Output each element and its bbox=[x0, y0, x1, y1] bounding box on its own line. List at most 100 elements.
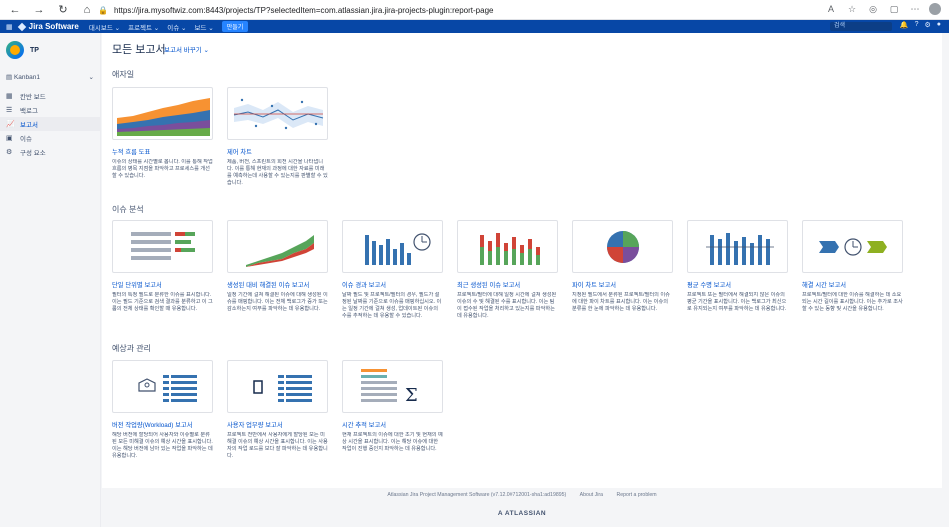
app-switcher-icon[interactable]: ▦ bbox=[6, 23, 13, 31]
user-avatar-icon[interactable]: ● bbox=[937, 21, 941, 29]
chevron-down-icon: ⌄ bbox=[88, 74, 94, 81]
card-title[interactable]: 누적 흐름 도표 bbox=[112, 147, 213, 156]
reload-icon[interactable]: ↻ bbox=[54, 1, 72, 19]
project-sidebar: TP ▤ Kanban1 ⌄ ▦ 칸반 보드 ☰ 백로그 📈 보고서 ▣ 이슈 ⚙ 구성 … bbox=[0, 33, 101, 527]
average-age-thumbnail[interactable] bbox=[687, 220, 788, 273]
search-input[interactable]: 검색 bbox=[830, 22, 892, 31]
admin-gear-icon[interactable]: ⚙ bbox=[924, 21, 930, 29]
pie-chart-thumbnail[interactable] bbox=[572, 220, 673, 273]
card-description: 프로젝트 또는 필터에서 해결되지 않은 이슈의 평균 기간을 표시합니다. 이… bbox=[687, 292, 787, 312]
footer-about-link[interactable]: About Jira bbox=[580, 492, 603, 498]
nav-projects[interactable]: 프로젝트 ⌄ bbox=[128, 22, 159, 32]
browser-toolbar: ← → ↻ ⌂ 🔒 https://jira.mysoftwiz.com:844… bbox=[0, 0, 949, 20]
atlassian-logo: A ATLASSIAN bbox=[497, 510, 547, 517]
section-issue-analysis: 이슈 분석 bbox=[112, 205, 144, 214]
notification-icon[interactable]: 🔔 bbox=[900, 21, 909, 29]
resolution-time-thumbnail[interactable] bbox=[802, 220, 903, 273]
project-avatar[interactable] bbox=[6, 41, 24, 59]
card-description: 지정된 필드에서 분류된 프로젝트/필터의 이슈에 대한 파이 차트를 표시합니… bbox=[572, 292, 670, 312]
card-title[interactable]: 평균 수명 보고서 bbox=[687, 280, 788, 289]
board-icon: ▤ bbox=[6, 74, 14, 81]
collections-icon[interactable]: ▢ bbox=[887, 2, 901, 16]
report-card-single-level-group[interactable]: 단일 단위별 보고서 필터의 특정 필드로 분류한 이슈를 표시합니다. 이는 … bbox=[112, 220, 213, 334]
address-bar[interactable]: 🔒 https://jira.mysoftwiz.com:8443/projec… bbox=[98, 3, 818, 17]
section-agile: 애자일 bbox=[112, 70, 135, 79]
issues-icon: ▣ bbox=[6, 135, 13, 142]
report-card-resolution-time[interactable]: 해결 시간 보고서 프로젝트/필터에 대한 이슈를 해결하는 데 소요되는 시간… bbox=[802, 220, 903, 334]
back-icon[interactable]: ← bbox=[6, 1, 24, 19]
nav-issues[interactable]: 이슈 ⌄ bbox=[167, 22, 186, 32]
jira-logo[interactable]: Jira Software bbox=[17, 22, 79, 31]
report-card-control-chart[interactable]: 제어 차트 제품, 버전, 스프린트의 회전 시간을 나타냅니다. 이를 통해 … bbox=[227, 87, 328, 201]
card-title[interactable]: 해결 시간 보고서 bbox=[802, 280, 903, 289]
main-content: 모든 보고서 보고서 바꾸기 ⌄ 애자일 누적 흐름 도표 이슈의 상태를 시간… bbox=[102, 33, 942, 488]
card-title[interactable]: 이슈 경과 보고서 bbox=[342, 280, 443, 289]
report-card-pie-chart[interactable]: 파이 차트 보고서 지정된 필드에서 분류된 프로젝트/필터의 이슈에 대한 파… bbox=[572, 220, 673, 334]
nav-boards[interactable]: 보드 ⌄ bbox=[194, 22, 213, 32]
control-chart-thumbnail[interactable] bbox=[227, 87, 328, 140]
card-description: 현재 프로젝트의 이슈에 대한 초기 및 현재의 예상 시간을 표시합니다. 이… bbox=[342, 432, 443, 452]
sidebar-item-issues[interactable]: ▣ 이슈 bbox=[0, 131, 100, 145]
report-card-time-tracking[interactable]: Σ 시간 추적 보고서 현재 프로젝트의 이슈에 대한 초기 및 현재의 예상 … bbox=[342, 360, 443, 474]
card-description: 프로젝트 전반에서 사용자에게 할당된 모든 미해결 이슈의 예상 시간을 표시… bbox=[227, 432, 328, 459]
profile-avatar[interactable] bbox=[929, 3, 941, 15]
card-title[interactable]: 버전 작업량(Workload) 보고서 bbox=[112, 420, 213, 429]
card-title[interactable]: 단일 단위별 보고서 bbox=[112, 280, 213, 289]
card-title[interactable]: 사용자 업무량 보고서 bbox=[227, 420, 328, 429]
home-icon[interactable]: ⌂ bbox=[78, 1, 96, 19]
card-description: 제품, 버전, 스프린트의 회전 시간을 나타냅니다. 이를 통해 현재의 과정… bbox=[227, 159, 328, 186]
sidebar-item-reports[interactable]: 📈 보고서 bbox=[0, 117, 100, 131]
page-title: 모든 보고서 bbox=[112, 44, 166, 56]
settings-icon[interactable]: ⋯ bbox=[908, 2, 922, 16]
created-vs-resolved-thumbnail[interactable] bbox=[227, 220, 328, 273]
jira-top-nav: ▦ Jira Software 대시보드 ⌄ 프로젝트 ⌄ 이슈 ⌄ 보드 ⌄ … bbox=[0, 20, 949, 33]
project-name[interactable]: TP bbox=[30, 47, 39, 54]
board-icon-label: ▤ Kanban1 bbox=[6, 74, 40, 81]
card-title[interactable]: 파이 차트 보고서 bbox=[572, 280, 673, 289]
version-workload-thumbnail[interactable] bbox=[112, 360, 213, 413]
page-footer: Atlassian Jira Project Management Softwa… bbox=[102, 488, 942, 527]
sidebar-item-backlog[interactable]: ☰ 백로그 bbox=[0, 103, 100, 117]
card-description: 해당 버전에 할당되어 사용자와 이슈별로 분류된 모든 미해결 이슈의 예상 … bbox=[112, 432, 213, 459]
extension-icon[interactable]: ◎ bbox=[866, 2, 880, 16]
nav-dashboards[interactable]: 대시보드 ⌄ bbox=[89, 22, 120, 32]
jira-diamond-icon bbox=[17, 22, 26, 31]
section-forecast: 예상과 관리 bbox=[112, 344, 152, 353]
report-card-time-since[interactable]: 이슈 경과 보고서 날짜 필드 및 프로젝트/필터의 경우, 필드가 설정된 날… bbox=[342, 220, 443, 334]
create-button[interactable]: 만들기 bbox=[221, 21, 249, 32]
board-switcher[interactable]: ▤ Kanban1 ⌄ bbox=[0, 73, 100, 81]
card-description: 필터의 특정 필드로 분류한 이슈를 표시합니다. 이는 필드 기준으로 검색 … bbox=[112, 292, 213, 312]
report-card-cumulative-flow[interactable]: 누적 흐름 도표 이슈의 상태를 시간별로 봅니다. 이를 통해 작업 흐름의 … bbox=[112, 87, 213, 201]
report-card-created-vs-resolved[interactable]: 생성된 대비 해결된 이슈 보고서 일정 기간에 걸쳐 해결된 이슈에 대해 생… bbox=[227, 220, 328, 334]
help-icon[interactable]: ? bbox=[915, 21, 919, 29]
favorite-icon[interactable]: ☆ bbox=[845, 2, 859, 16]
card-title[interactable]: 최근 생성된 이슈 보고서 bbox=[457, 280, 558, 289]
report-card-user-workload[interactable]: 사용자 업무량 보고서 프로젝트 전반에서 사용자에게 할당된 모든 미해결 이… bbox=[227, 360, 328, 474]
report-card-recently-created[interactable]: 최근 생성된 이슈 보고서 프로젝트/필터에 대해 일정 시간에 걸쳐 생성된 … bbox=[457, 220, 558, 334]
switch-report-dropdown[interactable]: 보고서 바꾸기 ⌄ bbox=[164, 44, 209, 54]
components-icon: ⚙ bbox=[6, 149, 13, 156]
recently-created-thumbnail[interactable] bbox=[457, 220, 558, 273]
svg-text:Σ: Σ bbox=[405, 385, 418, 406]
time-since-thumbnail[interactable] bbox=[342, 220, 443, 273]
report-icon: 📈 bbox=[6, 121, 15, 128]
group-by-thumbnail[interactable] bbox=[112, 220, 213, 273]
time-tracking-thumbnail[interactable]: Σ bbox=[342, 360, 443, 413]
card-title[interactable]: 시간 추적 보고서 bbox=[342, 420, 443, 429]
report-card-version-workload[interactable]: 버전 작업량(Workload) 보고서 해당 버전에 할당되어 사용자와 이슈… bbox=[112, 360, 213, 474]
cumulative-flow-thumbnail[interactable] bbox=[112, 87, 213, 140]
user-workload-thumbnail[interactable] bbox=[227, 360, 328, 413]
card-description: 프로젝트/필터에 대해 일정 시간에 걸쳐 생성된 이슈의 수 및 해결된 수를… bbox=[457, 292, 557, 319]
footer-version: Atlassian Jira Project Management Softwa… bbox=[387, 492, 567, 498]
lock-icon: 🔒 bbox=[98, 5, 108, 15]
url-text: https://jira.mysoftwiz.com:8443/projects… bbox=[113, 5, 494, 15]
footer-report-link[interactable]: Report a problem bbox=[616, 492, 656, 498]
card-description: 이슈의 상태를 시간별로 봅니다. 이를 통해 작업 흐름의 병목 지점을 파악… bbox=[112, 159, 213, 179]
card-title[interactable]: 생성된 대비 해결된 이슈 보고서 bbox=[227, 280, 328, 289]
forward-icon[interactable]: → bbox=[30, 1, 48, 19]
sidebar-item-kanban[interactable]: ▦ 칸반 보드 bbox=[0, 89, 100, 103]
report-card-average-age[interactable]: 평균 수명 보고서 프로젝트 또는 필터에서 해결되지 않은 이슈의 평균 기간… bbox=[687, 220, 788, 334]
read-aloud-icon[interactable]: A bbox=[824, 2, 838, 16]
sidebar-item-components[interactable]: ⚙ 구성 요소 bbox=[0, 145, 100, 159]
card-title[interactable]: 제어 차트 bbox=[227, 147, 328, 156]
